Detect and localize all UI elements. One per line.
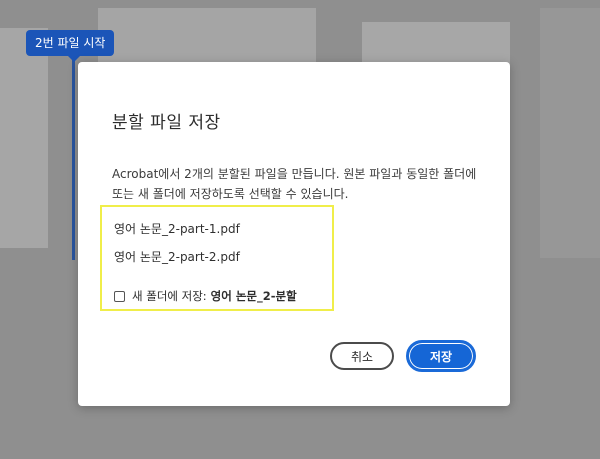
output-file-1: 영어 논문_2-part-1.pdf (114, 222, 240, 236)
split-start-tag: 2번 파일 시작 (26, 30, 115, 62)
cancel-button[interactable]: 취소 (330, 342, 394, 370)
split-marker-line (72, 60, 75, 260)
new-folder-label: 새 폴더에 저장: (132, 289, 207, 303)
dialog-title: 분할 파일 저장 (112, 113, 221, 133)
dialog-description: Acrobat에서 2개의 분할된 파일을 만듭니다. 원본 파일과 동일한 폴… (112, 167, 477, 201)
output-file-2: 영어 논문_2-part-2.pdf (114, 250, 240, 264)
new-folder-option[interactable]: 새 폴더에 저장: 영어 논문_2-분할 (114, 288, 297, 304)
page-thumbnail-left (0, 28, 48, 248)
save-button[interactable]: 저장 (406, 340, 476, 372)
new-folder-checkbox[interactable] (114, 290, 125, 302)
new-folder-name: 영어 논문_2-분할 (210, 289, 297, 303)
split-save-dialog: 분할 파일 저장 Acrobat에서 2개의 분할된 파일을 만듭니다. 원본 … (78, 62, 510, 406)
page-thumbnail-far-right (540, 8, 600, 258)
